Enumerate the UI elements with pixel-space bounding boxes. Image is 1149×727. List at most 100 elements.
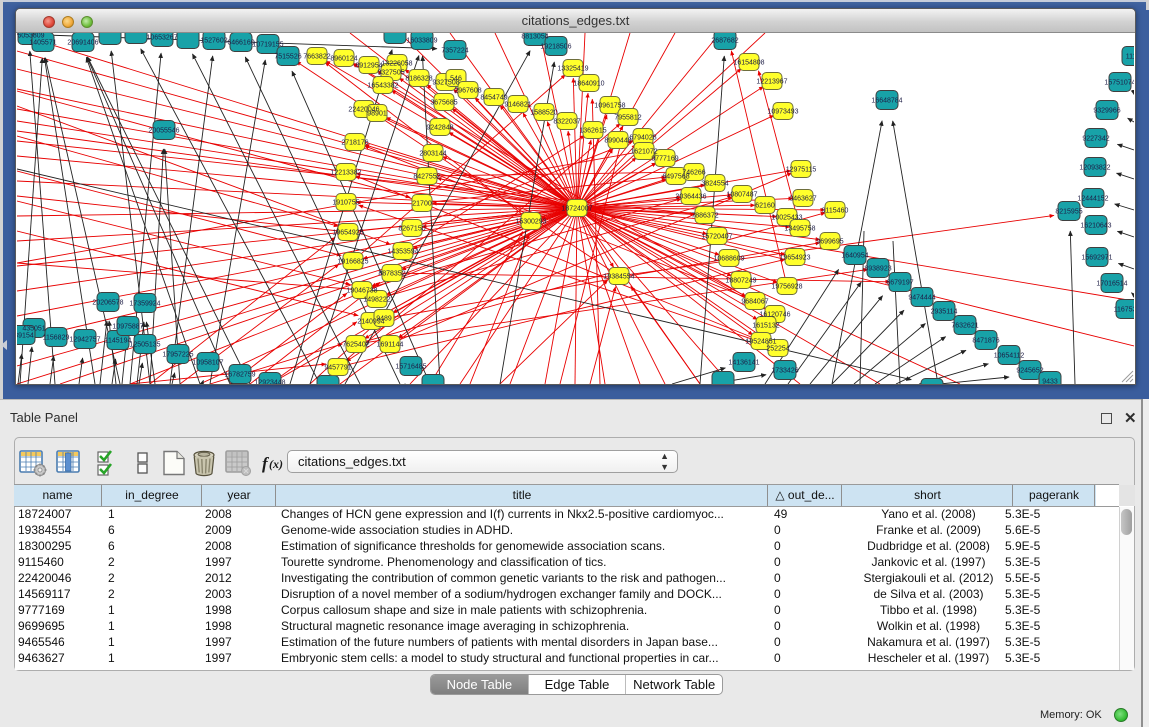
svg-text:9242848: 9242848 [426,125,453,132]
svg-text:2687682: 2687682 [711,38,738,45]
svg-text:435051: 435051 [22,326,45,333]
svg-text:15716485: 15716485 [395,364,426,371]
svg-text:10654112: 10654112 [994,353,1025,360]
svg-text:1640954: 1640954 [841,253,868,260]
svg-text:1498222: 1498222 [363,297,390,304]
svg-text:9327505: 9327505 [377,70,404,77]
svg-text:2718176: 2718176 [341,140,368,147]
svg-text:1588520: 1588520 [530,110,557,117]
svg-text:20691406: 20691406 [67,40,98,47]
svg-text:1527602: 1527602 [200,38,227,45]
svg-text:1167533: 1167533 [1114,307,1134,314]
svg-text:3675685: 3675685 [430,100,457,107]
svg-text:2935114: 2935114 [931,309,958,316]
svg-text:19654923: 19654923 [779,255,810,262]
svg-text:19046738: 19046738 [346,288,377,295]
svg-text:9329966: 9329966 [1093,108,1120,115]
svg-text:8322037: 8322037 [553,119,580,126]
svg-text:8990448: 8990448 [604,138,631,145]
svg-text:9684067: 9684067 [741,299,768,306]
svg-text:17016514: 17016514 [1096,281,1127,288]
svg-text:9699695: 9699695 [816,239,843,246]
svg-text:9245652: 9245652 [1016,368,1043,375]
svg-text:98901: 98901 [367,111,387,118]
svg-text:8912954: 8912954 [355,63,382,70]
svg-text:14353594: 14353594 [387,249,418,256]
svg-text:6466160: 6466160 [227,40,254,47]
svg-text:8813054: 8813054 [521,34,548,41]
svg-text:19756928: 19756928 [771,284,802,291]
svg-text:746266: 746266 [682,170,705,177]
svg-text:8938923: 8938923 [864,266,891,273]
svg-text:12093822: 12093822 [1079,165,1110,172]
svg-text:6794028: 6794028 [629,135,656,142]
svg-text:12444152: 12444152 [1077,196,1108,203]
svg-text:12213967: 12213967 [756,79,787,86]
svg-text:10973493: 10973493 [767,109,798,116]
svg-text:21700: 21700 [412,201,432,208]
svg-text:19654925: 19654925 [332,230,363,237]
svg-text:16210643: 16210643 [1080,223,1111,230]
svg-text:9146821: 9146821 [504,102,531,109]
svg-text:9474444: 9474444 [908,295,935,302]
svg-text:15720407: 15720407 [701,234,732,241]
svg-text:19218506: 19218506 [540,44,571,51]
svg-text:1112: 1112 [1126,54,1134,61]
svg-text:8960124: 8960124 [330,56,357,63]
svg-text:62160: 62160 [755,203,775,210]
svg-text:12923448: 12923448 [254,380,285,385]
svg-text:6679197: 6679197 [886,280,913,287]
svg-text:10975887: 10975887 [112,324,143,331]
svg-text:17359924: 17359924 [129,301,160,308]
svg-text:(x): (x) [269,457,283,471]
svg-text:7663822: 7663822 [303,54,330,61]
svg-text:12942757: 12942757 [69,337,100,344]
svg-text:8186328: 8186328 [405,76,432,83]
svg-text:1615132: 1615132 [752,323,779,330]
svg-text:18807249: 18807249 [725,278,756,285]
svg-text:1621072: 1621072 [630,149,657,156]
svg-text:18640910: 18640910 [573,81,604,88]
svg-text:10653267: 10653267 [146,35,177,42]
svg-text:20206578: 20206578 [92,300,123,307]
svg-text:7955812: 7955812 [614,115,641,122]
svg-text:12213382: 12213382 [330,170,361,177]
svg-text:10719155: 10719155 [252,42,283,49]
svg-text:16154808: 16154808 [733,60,764,67]
svg-text:12505135: 12505135 [129,342,160,349]
svg-text:8454749: 8454749 [480,95,507,102]
svg-text:19384554: 19384554 [603,274,634,281]
svg-text:1145194: 1145194 [105,338,132,345]
svg-text:546: 546 [450,76,462,83]
svg-text:9777169: 9777169 [651,156,678,163]
svg-text:16033809: 16033809 [406,38,437,45]
svg-text:16120746: 16120746 [759,312,790,319]
svg-text:18724007: 18724007 [561,206,592,213]
svg-text:16543382: 16543382 [367,83,398,90]
svg-text:7357224: 7357224 [441,48,468,55]
svg-text:17957225: 17957225 [162,352,193,359]
svg-text:7515526: 7515526 [274,54,301,61]
svg-text:8471876: 8471876 [972,338,999,345]
svg-text:9433: 9433 [1042,379,1058,385]
svg-text:15300293: 15300293 [515,219,546,226]
svg-text:16648784: 16648784 [871,98,902,105]
svg-text:20364436: 20364436 [675,194,706,201]
svg-text:2967608: 2967608 [454,88,481,95]
svg-text:15692971: 15692971 [1081,255,1112,262]
svg-text:1405571: 1405571 [29,40,56,47]
svg-text:16782759: 16782759 [224,372,255,379]
svg-text:10025433: 10025433 [771,215,802,222]
svg-text:9489: 9489 [376,316,392,323]
svg-text:9227342: 9227342 [1082,136,1109,143]
svg-text:15751074: 15751074 [1104,80,1134,87]
svg-text:19524851: 19524851 [745,339,776,346]
svg-text:8878352: 8878352 [378,271,405,278]
svg-text:9115460: 9115460 [822,208,849,215]
svg-text:13325419: 13325419 [557,66,588,73]
svg-text:1691144: 1691144 [377,342,404,349]
svg-text:14136141: 14136141 [728,360,759,367]
svg-text:13226058: 13226058 [381,61,412,68]
svg-text:7886372: 7886372 [691,213,718,220]
svg-text:1362615: 1362615 [579,128,606,135]
